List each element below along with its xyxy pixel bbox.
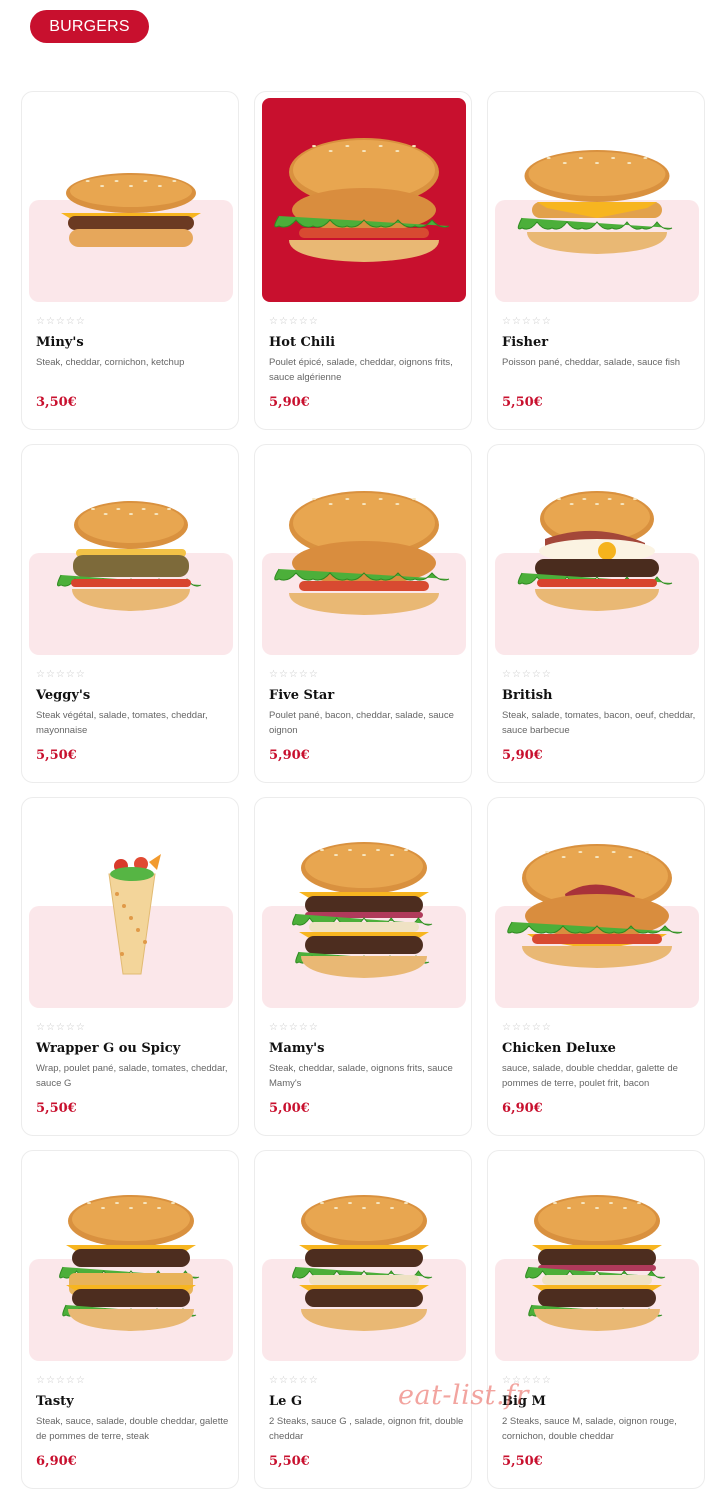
egg-burger-icon xyxy=(517,491,673,611)
rating-stars-icon[interactable]: ☆☆☆☆☆ xyxy=(269,316,319,327)
product-card[interactable]: ☆☆☆☆☆ Fisher Poisson pané, cheddar, salade… xyxy=(487,91,705,430)
product-name[interactable]: Wrapper G ou Spicy xyxy=(36,1041,180,1056)
product-image[interactable] xyxy=(262,804,466,1008)
product-name[interactable]: Chicken Deluxe xyxy=(502,1041,616,1056)
product-description: Poulet pané, bacon, cheddar, salade, sau… xyxy=(269,710,454,736)
chicken-burger-icon xyxy=(274,138,450,262)
product-name[interactable]: Fisher xyxy=(502,335,548,350)
product-price: 5,50€ xyxy=(36,1101,77,1116)
product-image[interactable] xyxy=(495,1157,699,1361)
product-card[interactable]: ☆☆☆☆☆ Mamy's Steak, cheddar, salade, oigno… xyxy=(254,797,472,1136)
product-name[interactable]: Hot Chili xyxy=(269,335,335,350)
product-card[interactable]: ☆☆☆☆☆ Veggy's Steak végétal, salade, tomat… xyxy=(21,444,239,783)
product-name[interactable]: British xyxy=(502,688,553,703)
product-image[interactable] xyxy=(29,451,233,655)
watermark: eat-list.fr xyxy=(398,1380,530,1411)
product-name[interactable]: Tasty xyxy=(36,1394,74,1409)
product-description: 2 Steaks, sauce M, salade, oignon rouge,… xyxy=(502,1416,677,1442)
rating-stars-icon[interactable]: ☆☆☆☆☆ xyxy=(502,669,552,680)
product-image[interactable] xyxy=(495,98,699,302)
product-description: Steak, cheddar, salade, oignons frits, s… xyxy=(269,1063,453,1089)
product-grid: ☆☆☆☆☆ Miny's Steak, cheddar, cornichon, ke… xyxy=(21,91,705,1489)
product-description: Steak, sauce, salade, double cheddar, ga… xyxy=(36,1416,229,1442)
product-description: Steak végétal, salade, tomates, cheddar,… xyxy=(36,710,208,736)
product-card[interactable]: ☆☆☆☆☆ Tasty Steak, sauce, salade, double c… xyxy=(21,1150,239,1489)
category-tab-burgers[interactable]: BURGERS xyxy=(30,10,149,43)
product-image[interactable] xyxy=(29,98,233,302)
rating-stars-icon[interactable]: ☆☆☆☆☆ xyxy=(36,1375,86,1386)
product-card[interactable]: ☆☆☆☆☆ British Steak, salade, tomates, baco… xyxy=(487,444,705,783)
product-price: 5,90€ xyxy=(269,395,310,410)
product-description: 2 Steaks, sauce G , salade, oignon frit,… xyxy=(269,1416,464,1442)
product-card[interactable]: ☆☆☆☆☆ Big M2 Steaks, sauce M, salade, oig… xyxy=(487,1150,705,1489)
product-price: 3,50€ xyxy=(36,395,77,410)
veggie-burger-icon xyxy=(57,501,202,611)
product-name[interactable]: Le G xyxy=(269,1394,302,1409)
rating-stars-icon[interactable]: ☆☆☆☆☆ xyxy=(502,1022,552,1033)
product-image[interactable] xyxy=(495,804,699,1008)
product-name[interactable]: Mamy's xyxy=(269,1041,324,1056)
product-image[interactable] xyxy=(262,98,466,302)
product-description: Steak, cheddar, cornichon, ketchup xyxy=(36,357,185,368)
product-image[interactable] xyxy=(262,451,466,655)
rating-stars-icon[interactable]: ☆☆☆☆☆ xyxy=(36,669,86,680)
product-name[interactable]: Five Star xyxy=(269,688,334,703)
product-image[interactable] xyxy=(29,1157,233,1361)
product-price: 5,90€ xyxy=(269,748,310,763)
cheeseburger-icon xyxy=(61,173,201,247)
product-name[interactable]: Veggy's xyxy=(36,688,90,703)
product-card[interactable]: ☆☆☆☆☆ Chicken Deluxe sauce, salade, double… xyxy=(487,797,705,1136)
product-price: 5,50€ xyxy=(269,1454,310,1469)
product-name[interactable]: Miny's xyxy=(36,335,84,350)
double-burger-icon xyxy=(292,1195,433,1331)
rating-stars-icon[interactable]: ☆☆☆☆☆ xyxy=(36,316,86,327)
product-price: 5,90€ xyxy=(502,748,543,763)
product-price: 5,50€ xyxy=(36,748,77,763)
double-burger-icon xyxy=(59,1195,200,1331)
product-card[interactable]: ☆☆☆☆☆ Five Star Poulet pané, bacon, chedda… xyxy=(254,444,472,783)
rating-stars-icon[interactable]: ☆☆☆☆☆ xyxy=(269,1375,319,1386)
product-price: 6,90€ xyxy=(36,1454,77,1469)
product-image[interactable] xyxy=(29,804,233,1008)
product-card[interactable]: ☆☆☆☆☆ Hot Chili Poulet épicé, salade, ched… xyxy=(254,91,472,430)
product-image[interactable] xyxy=(495,451,699,655)
double-burger-icon xyxy=(292,842,433,978)
fish-burger-icon xyxy=(517,150,673,254)
wrap-icon xyxy=(108,854,161,975)
product-price: 5,00€ xyxy=(269,1101,310,1116)
product-image[interactable] xyxy=(262,1157,466,1361)
big-burger-icon xyxy=(525,1195,666,1331)
product-description: Wrap, poulet pané, salade, tomates, ched… xyxy=(36,1063,228,1089)
product-description: Poulet épicé, salade, cheddar, oignons f… xyxy=(269,357,453,383)
product-price: 5,50€ xyxy=(502,1454,543,1469)
product-card[interactable]: ☆☆☆☆☆ Miny's Steak, cheddar, cornichon, ke… xyxy=(21,91,239,430)
rating-stars-icon[interactable]: ☆☆☆☆☆ xyxy=(269,669,319,680)
product-price: 5,50€ xyxy=(502,395,543,410)
product-card[interactable]: ☆☆☆☆☆ Wrapper G ou Spicy Wrap, poulet pané… xyxy=(21,797,239,1136)
rating-stars-icon[interactable]: ☆☆☆☆☆ xyxy=(502,316,552,327)
rating-stars-icon[interactable]: ☆☆☆☆☆ xyxy=(36,1022,86,1033)
product-description: sauce, salade, double cheddar, galette d… xyxy=(502,1063,678,1089)
product-card[interactable]: ☆☆☆☆☆ Le G 2 Steaks, sauce G , salade, oig… xyxy=(254,1150,472,1489)
product-price: 6,90€ xyxy=(502,1101,543,1116)
chicken-burger-icon xyxy=(507,844,683,968)
rating-stars-icon[interactable]: ☆☆☆☆☆ xyxy=(269,1022,319,1033)
product-description: Poisson pané, cheddar, salade, sauce fis… xyxy=(502,357,680,368)
product-description: Steak, salade, tomates, bacon, oeuf, che… xyxy=(502,710,696,736)
chicken-burger-icon xyxy=(274,491,450,615)
